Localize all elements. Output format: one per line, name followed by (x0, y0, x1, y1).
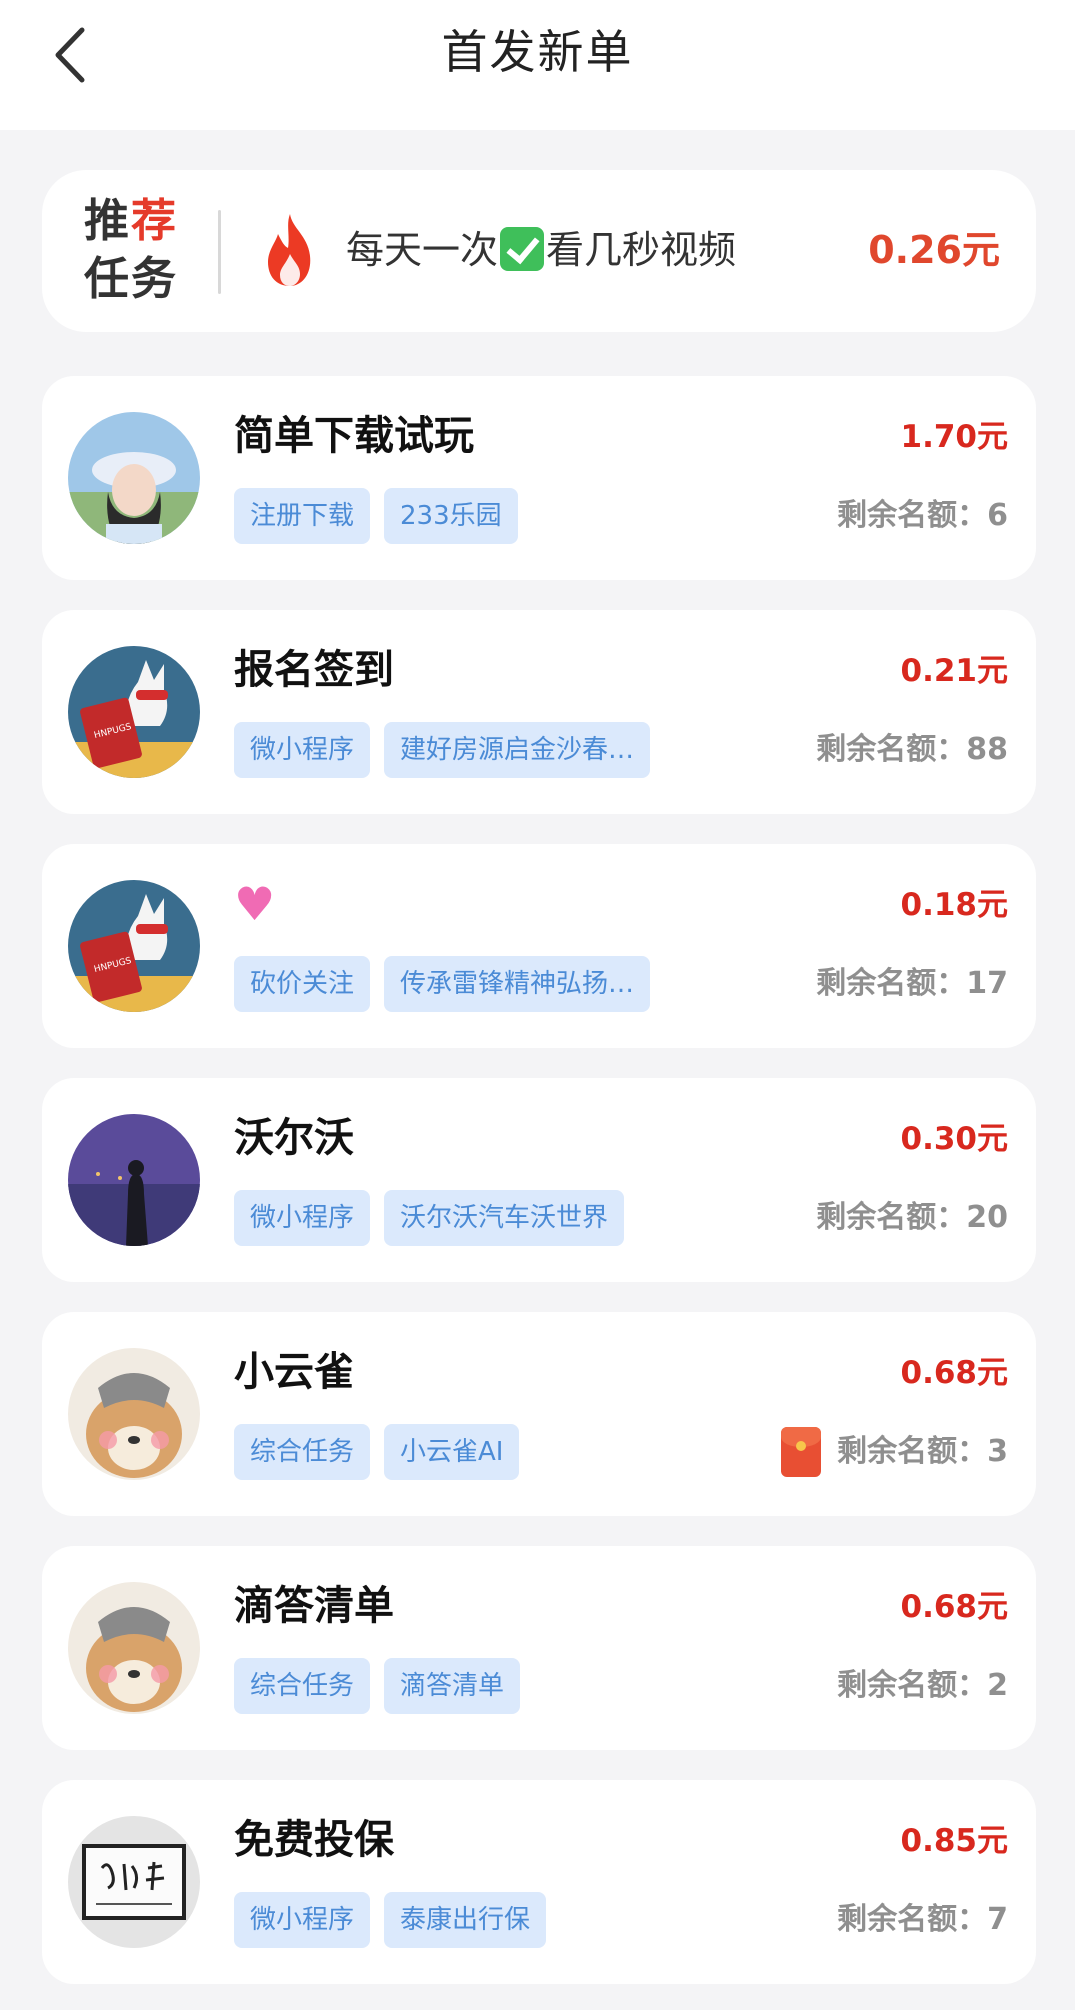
task-card[interactable]: 沃尔沃 0.30元 微小程序 沃尔沃汽车沃世界 剩余名额：20 (42, 1078, 1036, 1282)
tag: 注册下载 (234, 488, 371, 544)
remaining-quota: 剩余名额：20 (816, 1200, 1008, 1235)
tag: 砍价关注 (234, 956, 371, 1012)
task-card[interactable]: 免费投保 0.85元 微小程序 泰康出行保 剩余名额：7 (42, 1780, 1036, 1984)
recommend-label: 推荐 任务 (84, 194, 179, 305)
tag: 泰康出行保 (384, 1892, 547, 1948)
task-card[interactable]: 简单下载试玩 1.70元 注册下载 233乐园 剩余名额：6 (42, 376, 1036, 580)
tag: 沃尔沃汽车沃世界 (384, 1190, 625, 1246)
divider (218, 210, 221, 294)
tag: 滴答清单 (384, 1658, 521, 1714)
tag-list: 微小程序 泰康出行保 (234, 1892, 547, 1948)
task-title: ♥ (234, 874, 275, 937)
task-title: 报名签到 (234, 647, 394, 693)
remaining-quota: 剩余名额：17 (816, 966, 1008, 1001)
tag-list: 综合任务 滴答清单 (234, 1658, 521, 1714)
remaining-quota: 剩余名额：6 (837, 498, 1008, 533)
fire-icon (268, 214, 311, 286)
remaining-quota: 剩余名额：2 (837, 1668, 1008, 1703)
task-card[interactable]: 滴答清单 0.68元 综合任务 滴答清单 剩余名额：2 (42, 1546, 1036, 1750)
task-reward: 0.18元 (900, 887, 1009, 923)
tag-list: 注册下载 233乐园 (234, 488, 518, 544)
remaining-quota: 剩余名额：7 (837, 1902, 1008, 1937)
tag-list: 砍价关注 传承雷锋精神弘扬… (234, 956, 651, 1012)
task-reward: 0.85元 (900, 1823, 1009, 1859)
recommend-text: 每天一次 看几秒视频 (346, 227, 737, 272)
task-title: 滴答清单 (234, 1583, 394, 1629)
tag: 微小程序 (234, 722, 371, 778)
task-title: 沃尔沃 (234, 1115, 354, 1161)
tag-list: 微小程序 沃尔沃汽车沃世界 (234, 1190, 625, 1246)
avatar (68, 1114, 200, 1246)
recommend-price: 0.26元 (868, 228, 1000, 272)
task-reward: 0.21元 (900, 653, 1009, 689)
task-card[interactable]: 小云雀 0.68元 综合任务 小云雀AI 剩余名额：3 (42, 1312, 1036, 1516)
tag: 微小程序 (234, 1190, 371, 1246)
page-title: 首发新单 (441, 25, 634, 79)
tag: 传承雷锋精神弘扬… (384, 956, 651, 1012)
avatar (68, 1816, 200, 1948)
tag: 综合任务 (234, 1424, 371, 1480)
red-packet-icon (781, 1427, 822, 1477)
task-card[interactable]: HNPUGS 报名签到 0.21元 微小程序 建好房源启金沙春… 剩余名额：88 (42, 610, 1036, 814)
top-bar: 首发新单 (0, 0, 1075, 130)
tag: 综合任务 (234, 1658, 371, 1714)
avatar: HNPUGS (68, 646, 200, 778)
tag: 233乐园 (384, 488, 518, 544)
tag-list: 微小程序 建好房源启金沙春… (234, 722, 651, 778)
task-reward: 0.68元 (900, 1589, 1009, 1625)
remaining-quota: 剩余名额：88 (816, 732, 1008, 767)
check-icon (500, 227, 545, 271)
task-title: 免费投保 (234, 1817, 394, 1863)
task-card[interactable]: HNPUGS ♥ 0.18元 砍价关注 传承雷锋精神弘扬… 剩余名额：17 (42, 844, 1036, 1048)
avatar (68, 1348, 200, 1480)
task-reward: 0.68元 (900, 1355, 1009, 1391)
task-reward: 0.30元 (900, 1121, 1009, 1157)
tag-list: 综合任务 小云雀AI (234, 1424, 520, 1480)
task-title: 小云雀 (234, 1349, 354, 1395)
avatar (68, 412, 200, 544)
remaining-quota: 剩余名额：3 (781, 1426, 1008, 1478)
tag: 微小程序 (234, 1892, 371, 1948)
tag: 小云雀AI (384, 1424, 520, 1480)
tag: 建好房源启金沙春… (384, 722, 651, 778)
avatar (68, 1582, 200, 1714)
task-title: 简单下载试玩 (234, 413, 474, 459)
task-reward: 1.70元 (900, 419, 1009, 455)
recommended-task-card[interactable]: 推荐 任务 每天一次 看几秒视频 0.26元 (42, 170, 1036, 332)
avatar: HNPUGS (68, 880, 200, 1012)
heart-icon: ♥ (234, 877, 276, 931)
